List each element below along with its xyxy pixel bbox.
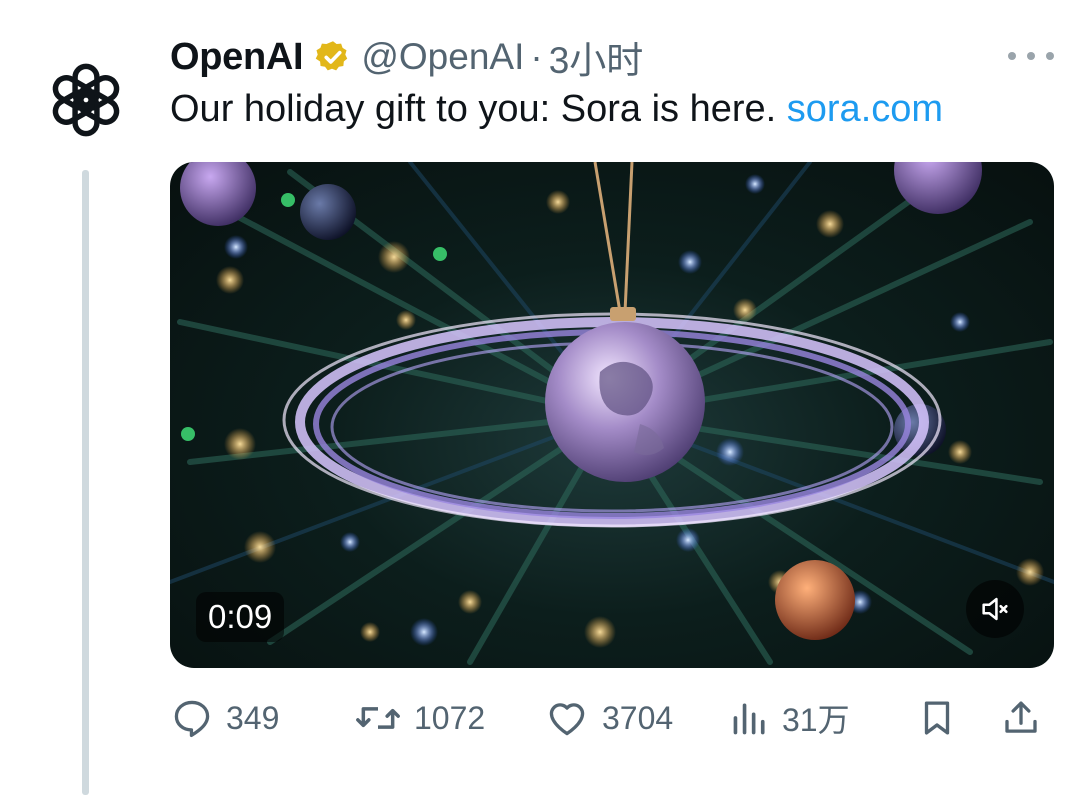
views-button[interactable]: 31万 [730,690,850,746]
tweet-text: Our holiday gift to you: Sora is here. s… [170,88,943,131]
bookmark-button[interactable] [916,690,958,746]
openai-logo-icon [52,63,120,137]
author-avatar[interactable] [38,52,134,148]
like-button[interactable]: 3704 [544,690,673,746]
video-player[interactable] [170,162,1054,668]
views-icon [733,703,765,735]
reply-button[interactable]: 349 [170,690,279,746]
like-icon [549,703,585,736]
share-button[interactable] [1000,690,1042,746]
mute-button[interactable] [966,580,1024,638]
video-duration: 0:09 [196,592,285,642]
tweet-link[interactable]: sora.com [787,88,943,130]
author-name[interactable]: OpenAI [170,36,304,79]
retweet-icon [356,707,400,729]
video-frame [170,162,1054,665]
mute-icon [982,597,1008,621]
author-handle[interactable]: @OpenAI [361,36,524,78]
thread-line [82,170,89,795]
views-count: 31万 [782,702,850,738]
reply-icon [174,700,210,738]
more-icon[interactable] [1008,44,1054,68]
separator-dot: · [530,36,543,77]
timestamp[interactable]: 3小时 [549,30,644,84]
reply-count: 349 [226,699,280,736]
verified-badge-icon [315,39,351,75]
action-bar: 349 1072 3704 31万 [170,690,1056,746]
bookmark-icon [924,701,950,735]
tweet-header: OpenAI @OpenAI · 3小时 [170,34,643,82]
like-count: 3704 [602,699,674,736]
retweet-button[interactable]: 1072 [354,690,485,746]
retweet-count: 1072 [414,699,486,736]
share-icon [1005,701,1037,733]
tweet-body: Our holiday gift to you: Sora is here. [170,88,787,130]
